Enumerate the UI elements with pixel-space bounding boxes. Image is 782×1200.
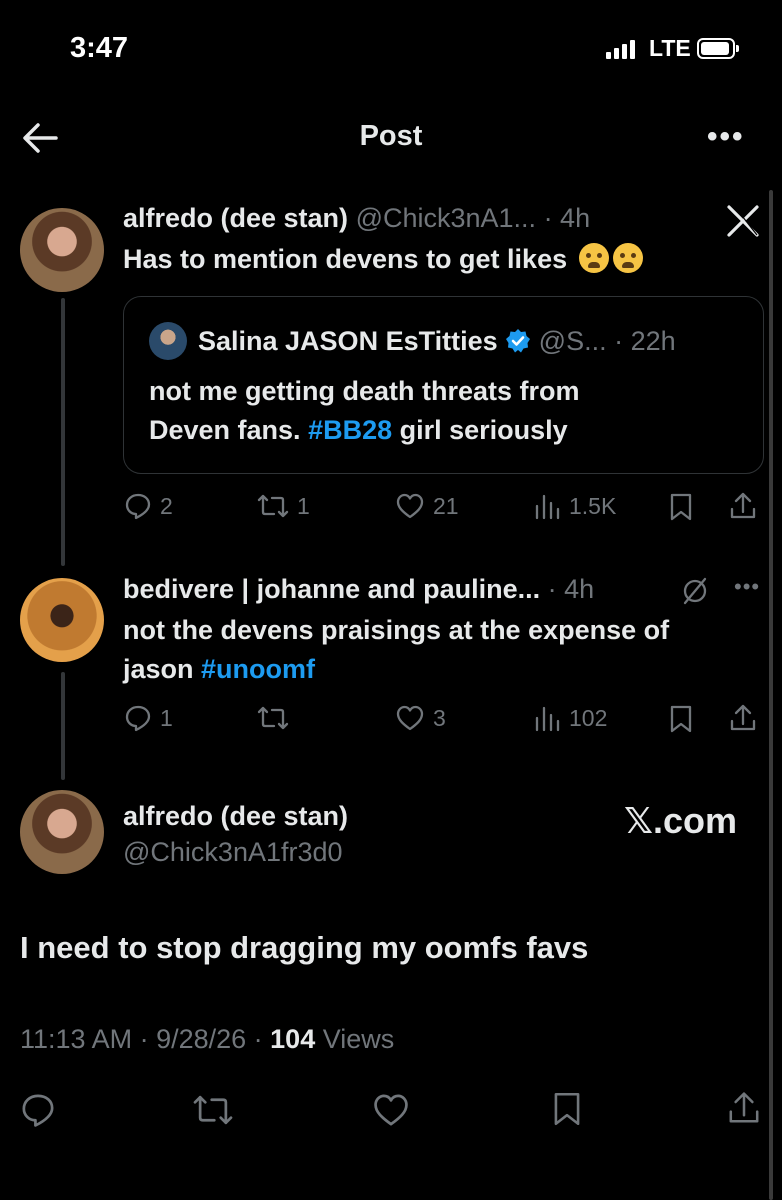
- author-name[interactable]: alfredo (dee stan): [123, 797, 348, 835]
- quote-header: Salina JASON EsTitties @S... · 22h: [198, 322, 676, 360]
- share-icon[interactable]: [728, 702, 758, 734]
- reply-icon[interactable]: [20, 1092, 56, 1128]
- reply-text: jason: [123, 654, 202, 684]
- more-icon[interactable]: •••: [707, 120, 745, 154]
- hashtag-link[interactable]: #BB28: [308, 415, 392, 445]
- quote-avatar[interactable]: [149, 322, 187, 360]
- avatar[interactable]: [20, 790, 104, 874]
- reply-button[interactable]: 1: [124, 704, 173, 732]
- avatar[interactable]: [20, 208, 104, 292]
- reply2-text-line2: jason #unoomf: [123, 650, 315, 688]
- repost-count: 1: [297, 492, 310, 519]
- post-meta: 11:13 AM · 9/28/26 · 104 Views: [20, 1024, 394, 1055]
- like-icon: [396, 493, 424, 519]
- author-name[interactable]: bedivere | johanne and pauline...: [123, 574, 540, 604]
- reply1-header: alfredo (dee stan) @Chick3nA1... · 4h: [123, 199, 590, 237]
- post-time: · 4h: [543, 203, 591, 233]
- thread-line: [61, 298, 65, 566]
- page-title: Post: [359, 120, 423, 152]
- reply-icon: [125, 705, 151, 732]
- like-icon[interactable]: [371, 1092, 411, 1128]
- like-button[interactable]: 3: [395, 704, 446, 732]
- views-label: Views: [315, 1024, 395, 1054]
- post-text: I need to stop dragging my oomfs favs: [20, 930, 589, 965]
- quote-text: girl seriously: [392, 415, 568, 445]
- avatar[interactable]: [20, 578, 104, 662]
- crying-emoji-icon: [612, 243, 643, 273]
- crying-emoji-icon: [578, 243, 609, 273]
- x-logo-icon: [727, 205, 759, 237]
- repost-button[interactable]: [257, 704, 289, 732]
- thread-line: [61, 672, 65, 780]
- quote-author-name[interactable]: Salina JASON EsTitties: [198, 326, 498, 356]
- quote-text-line1: not me getting death threats from: [149, 376, 580, 406]
- status-time: 3:47: [70, 32, 129, 64]
- views-count: 1.5K: [569, 492, 617, 519]
- repost-icon: [257, 706, 289, 730]
- share-icon[interactable]: [726, 1088, 762, 1128]
- views-icon: [535, 706, 560, 732]
- reply1-text: Has to mention devens to get likes: [123, 240, 643, 278]
- post-time: · 4h: [547, 574, 595, 604]
- reply-count: 2: [160, 492, 173, 519]
- bookmark-icon[interactable]: [668, 492, 694, 522]
- quote-text-line2: Deven fans. #BB28 girl seriously: [149, 411, 568, 449]
- author-name[interactable]: alfredo (dee stan): [123, 203, 348, 233]
- like-button[interactable]: 21: [395, 492, 459, 520]
- views-count: 102: [569, 704, 608, 731]
- signal-icon: [606, 40, 635, 59]
- battery-icon: [697, 38, 739, 59]
- like-count: 3: [433, 704, 446, 731]
- source-label: 𝕏.com: [624, 800, 738, 841]
- views-count: 104: [270, 1024, 316, 1054]
- network-label: LTE: [649, 35, 691, 61]
- more-icon[interactable]: •••: [734, 574, 760, 600]
- reply2-text-line1: not the devens praisings at the expense …: [123, 615, 670, 645]
- scrollbar[interactable]: [769, 190, 773, 1200]
- quote-time: · 22h: [614, 326, 676, 356]
- views-button[interactable]: 1.5K: [533, 492, 616, 520]
- hashtag-link[interactable]: #unoomf: [201, 654, 315, 684]
- quote-text: Deven fans.: [149, 415, 309, 445]
- bookmark-icon[interactable]: [551, 1090, 583, 1128]
- author-handle[interactable]: @Chick3nA1...: [356, 203, 536, 233]
- share-icon[interactable]: [728, 490, 758, 522]
- reply-count: 1: [160, 704, 173, 731]
- bookmark-icon[interactable]: [668, 704, 694, 734]
- views-icon: [535, 494, 560, 520]
- like-count: 21: [433, 492, 459, 519]
- views-button[interactable]: 102: [533, 704, 607, 732]
- repost-icon: [257, 494, 289, 518]
- reply-text: Has to mention devens to get likes: [123, 244, 568, 274]
- verified-badge-icon: [506, 329, 531, 353]
- repost-icon[interactable]: [192, 1092, 234, 1128]
- reply-button[interactable]: 2: [124, 492, 173, 520]
- like-icon: [396, 705, 424, 731]
- reply-icon: [125, 493, 151, 520]
- author-handle[interactable]: @Chick3nA1fr3d0: [123, 833, 343, 871]
- post-timestamp[interactable]: 11:13 AM · 9/28/26 ·: [20, 1024, 270, 1054]
- muted-icon: [683, 577, 707, 605]
- repost-button[interactable]: 1: [257, 492, 310, 520]
- quote-handle[interactable]: @S...: [539, 326, 607, 356]
- reply2-header: bedivere | johanne and pauline... · 4h: [123, 570, 594, 608]
